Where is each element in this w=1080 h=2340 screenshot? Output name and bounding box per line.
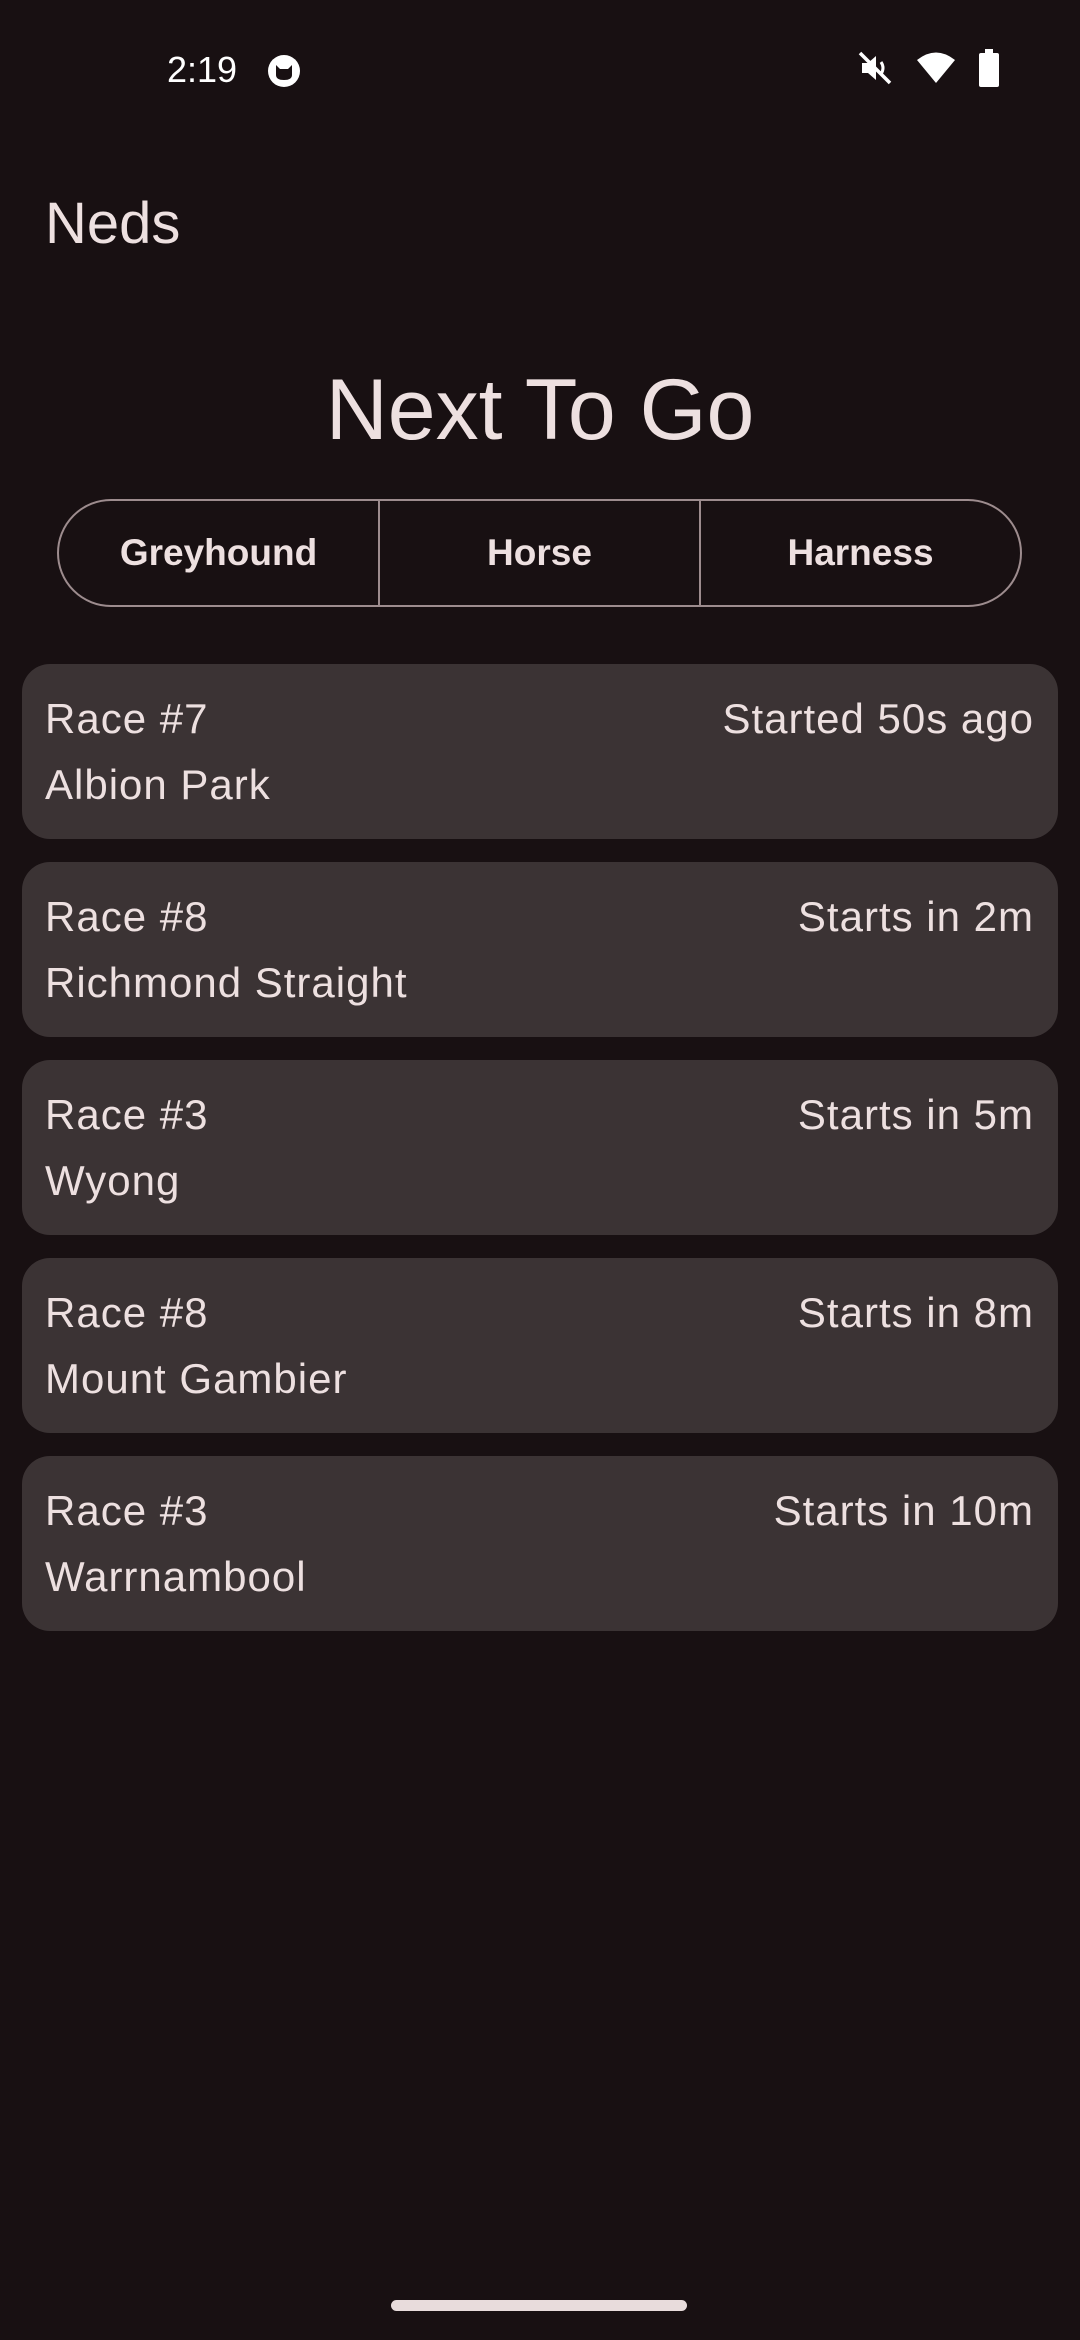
race-list: Race #7 Started 50s ago Albion Park Race… xyxy=(22,664,1058,1654)
race-type-selector: Greyhound Horse Harness xyxy=(57,499,1022,607)
race-number: Race #3 xyxy=(45,1091,209,1138)
page-title: Next To Go xyxy=(325,362,755,458)
segment-greyhound[interactable]: Greyhound xyxy=(59,501,378,605)
gesture-nav-handle[interactable] xyxy=(391,2300,687,2311)
race-start-status: Starts in 8m xyxy=(797,1289,1034,1336)
cat-notification-icon xyxy=(266,53,302,89)
app-title: Neds xyxy=(45,191,181,256)
race-number: Race #8 xyxy=(45,893,209,940)
status-icons xyxy=(856,48,1000,92)
race-number: Race #3 xyxy=(45,1487,209,1534)
race-start-status: Starts in 2m xyxy=(797,893,1034,940)
race-card[interactable]: Race #7 Started 50s ago Albion Park xyxy=(22,664,1058,839)
status-bar: 2:19 xyxy=(0,0,1080,140)
race-number: Race #8 xyxy=(45,1289,209,1336)
race-start-status: Starts in 10m xyxy=(773,1487,1034,1534)
race-start-status: Starts in 5m xyxy=(797,1091,1034,1138)
race-venue: Albion Park xyxy=(45,761,271,808)
race-card[interactable]: Race #3 Starts in 5m Wyong xyxy=(22,1060,1058,1235)
race-venue: Richmond Straight xyxy=(45,959,408,1006)
race-venue: Mount Gambier xyxy=(45,1355,348,1402)
mute-icon xyxy=(856,49,894,92)
race-start-status: Started 50s ago xyxy=(722,695,1034,742)
race-venue: Wyong xyxy=(45,1157,181,1204)
battery-icon xyxy=(978,48,1000,92)
race-card[interactable]: Race #8 Starts in 8m Mount Gambier xyxy=(22,1258,1058,1433)
race-card[interactable]: Race #3 Starts in 10m Warrnambool xyxy=(22,1456,1058,1631)
race-card[interactable]: Race #8 Starts in 2m Richmond Straight xyxy=(22,862,1058,1037)
race-venue: Warrnambool xyxy=(45,1553,307,1600)
wifi-icon xyxy=(916,51,956,90)
segment-harness[interactable]: Harness xyxy=(699,501,1020,605)
status-time: 2:19 xyxy=(167,49,238,90)
segment-horse[interactable]: Horse xyxy=(378,501,699,605)
race-number: Race #7 xyxy=(45,695,209,742)
